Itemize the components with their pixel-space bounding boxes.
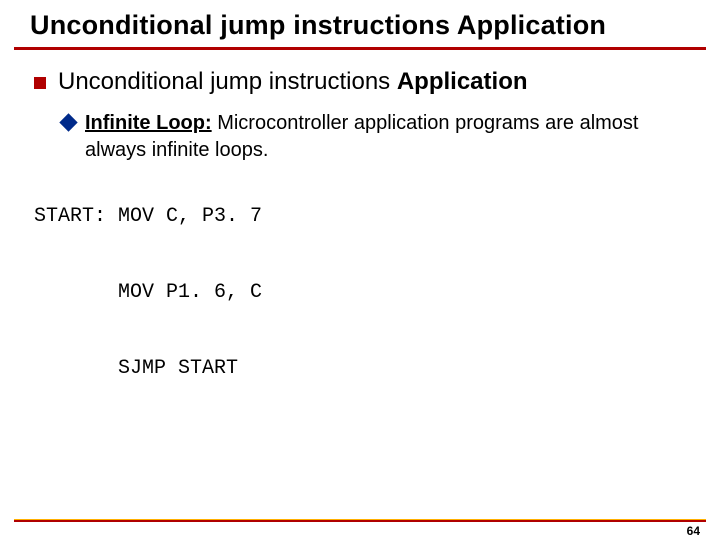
content-area: Unconditional jump instructions Applicat… [0, 50, 720, 388]
bullet-level1: Unconditional jump instructions Applicat… [34, 68, 702, 96]
heading-level1: Unconditional jump instructions Applicat… [58, 68, 528, 96]
page-number: 64 [687, 524, 700, 538]
body-text: Infinite Loop: Microcontroller applicati… [85, 110, 645, 164]
body-lead: Infinite Loop: [85, 112, 212, 134]
footer-divider [14, 519, 706, 522]
footer [14, 519, 706, 522]
heading-plain: Unconditional jump instructions [58, 68, 397, 95]
heading-bold: Application [397, 68, 528, 95]
slide-title: Unconditional jump instructions Applicat… [0, 0, 720, 47]
diamond-bullet-icon [59, 113, 77, 131]
square-bullet-icon [34, 77, 46, 89]
code-block: START: MOV C, P3. 7 MOV P1. 6, C SJMP ST… [34, 198, 702, 388]
bullet-level2: Infinite Loop: Microcontroller applicati… [62, 110, 702, 164]
